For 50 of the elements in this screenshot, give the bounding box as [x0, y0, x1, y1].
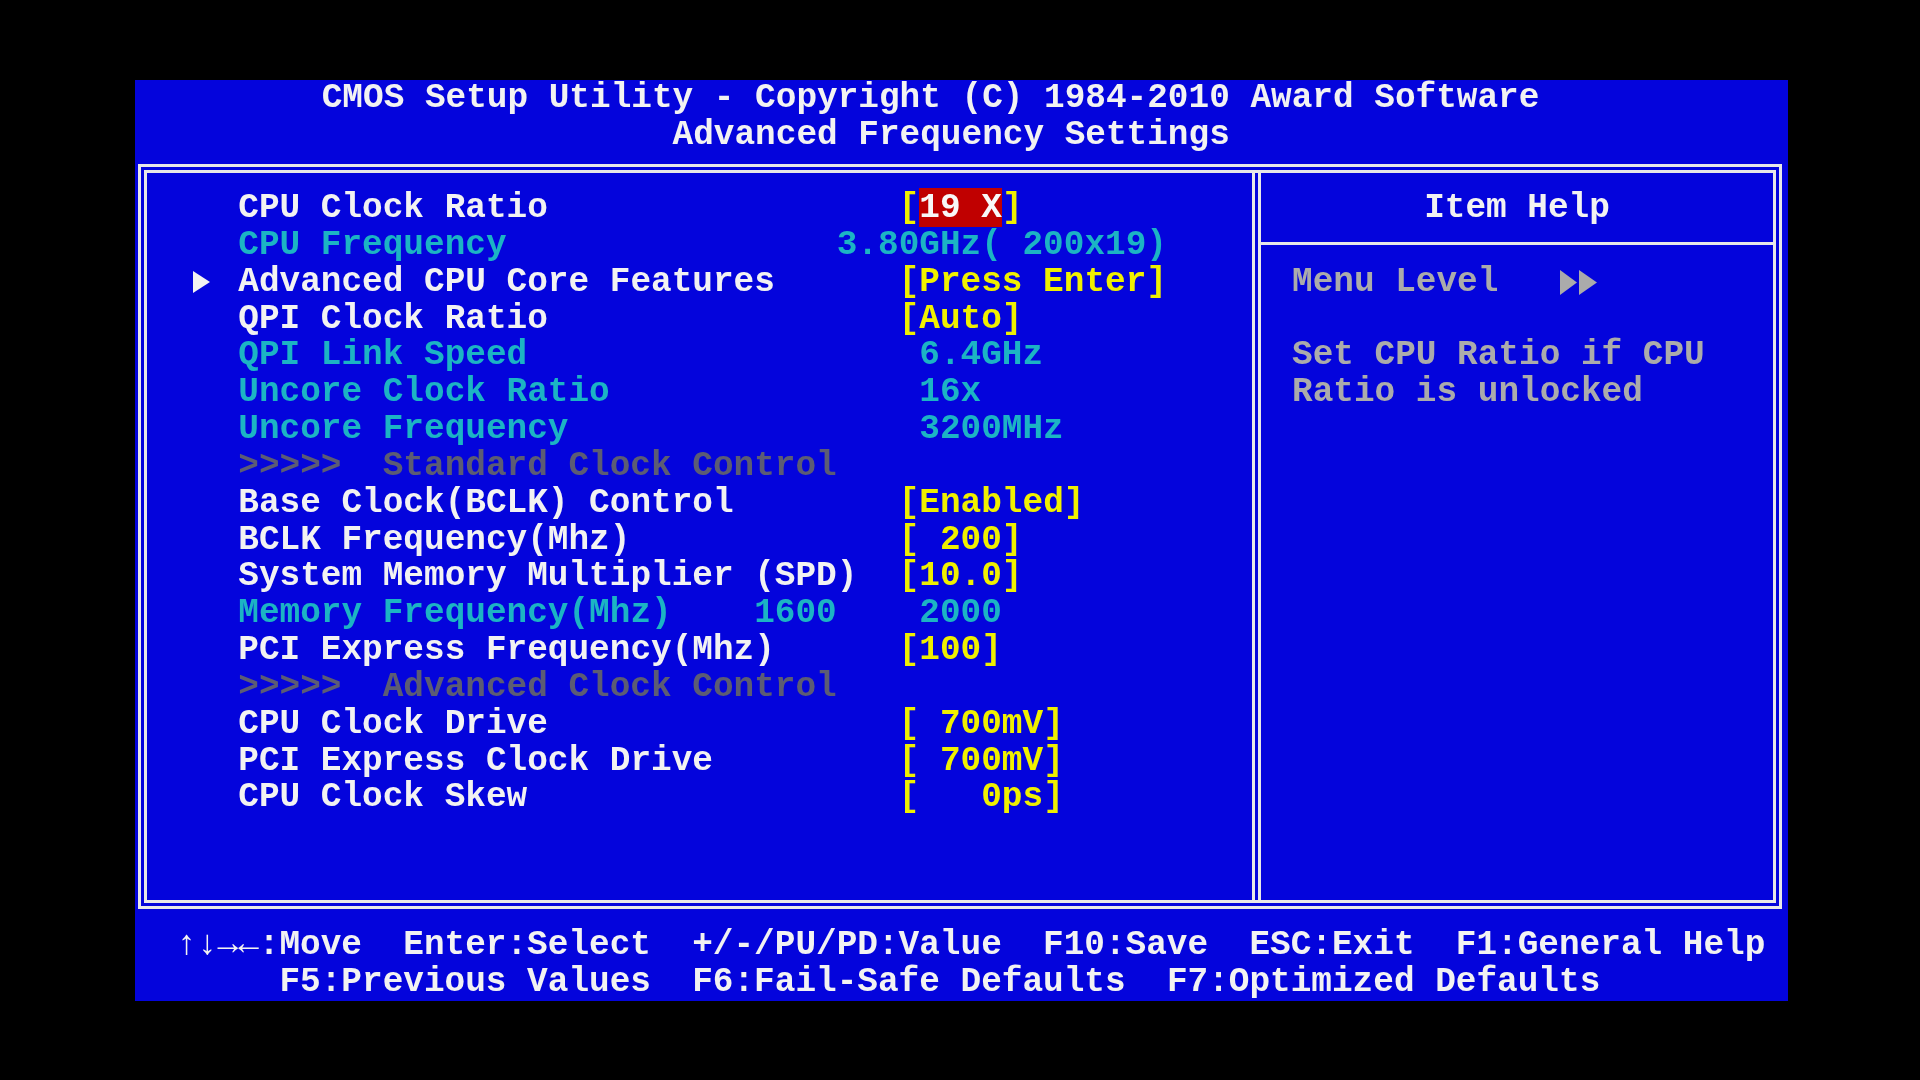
- info-label: QPI Link Speed: [238, 337, 528, 375]
- submenu-label[interactable]: Advanced CPU Core Features: [238, 263, 775, 301]
- setting-value[interactable]: [ 700mV]: [898, 742, 1064, 780]
- info-label: Uncore Clock Ratio: [238, 374, 610, 412]
- setting-label[interactable]: Base Clock(BCLK) Control: [238, 484, 734, 522]
- utility-title: CMOS Setup Utility - Copyright (C) 1984-2010 Award Software: [321, 80, 1540, 117]
- key-hint: F7:Optimized Defaults: [1166, 964, 1601, 1001]
- setting-label[interactable]: System Memory Multiplier (SPD): [238, 558, 858, 596]
- setting-value[interactable]: [Auto]: [898, 300, 1023, 338]
- info-value: 6.4GHz: [919, 337, 1044, 375]
- key-hint: F6:Fail-Safe Defaults: [692, 964, 1126, 1001]
- setting-label[interactable]: PCI Express Frequency(Mhz): [238, 632, 775, 669]
- setting-label[interactable]: PCI Express Clock Drive: [238, 742, 713, 780]
- setting-value[interactable]: [10.0]: [898, 558, 1023, 596]
- page-title: Advanced Frequency Settings: [672, 116, 1230, 154]
- setting-label[interactable]: BCLK Frequency(Mhz): [238, 521, 631, 559]
- key-hint: F1:General Help: [1455, 927, 1766, 965]
- key-hint: Enter:Select: [403, 927, 651, 965]
- setting-value[interactable]: [ 700mV]: [898, 705, 1064, 743]
- key-hint: F5:Previous Values: [279, 964, 651, 1001]
- section-marker: >>>>>: [238, 668, 342, 706]
- key-hint: ESC:Exit: [1249, 927, 1415, 965]
- info-value: 16x: [919, 374, 982, 412]
- menu-level-label: Menu Level: [1292, 263, 1499, 301]
- help-title: Item Help: [1424, 190, 1610, 227]
- section-marker: >>>>>: [238, 447, 342, 485]
- key-hint: +/-/PU/PD:Value: [692, 927, 1002, 965]
- setting-label[interactable]: CPU Clock Ratio: [238, 190, 548, 227]
- section-heading: Advanced Clock Control: [382, 668, 837, 706]
- section-heading: Standard Clock Control: [382, 447, 837, 485]
- setting-label[interactable]: CPU Clock Skew: [238, 779, 528, 817]
- info-label: Memory Frequency(Mhz): [238, 595, 672, 633]
- help-text: Set CPU Ratio if CPU Ratio is unlocked: [1292, 337, 1706, 411]
- info-label: Uncore Frequency: [238, 411, 569, 448]
- double-triangle-icon: [1560, 269, 1598, 295]
- info-label: CPU Frequency: [238, 227, 507, 264]
- setting-value[interactable]: [Enabled]: [898, 484, 1085, 522]
- setting-value[interactable]: [100]: [898, 632, 1002, 669]
- setting-label[interactable]: CPU Clock Drive: [238, 705, 548, 743]
- key-hint: F10:Save: [1043, 927, 1209, 965]
- info-value: 3.80GHz( 200x19): [836, 227, 1167, 264]
- setting-label[interactable]: QPI Clock Ratio: [238, 300, 548, 338]
- info-value: 1600: [754, 595, 837, 633]
- setting-value[interactable]: [ 0ps]: [898, 779, 1064, 817]
- setting-value[interactable]: [ 200]: [898, 521, 1023, 559]
- submenu-value[interactable]: [Press Enter]: [898, 263, 1167, 301]
- key-hint: ↑↓→←:Move: [176, 927, 362, 965]
- info-value: 2000: [919, 595, 1002, 633]
- info-value: 3200MHz: [919, 411, 1064, 448]
- triangle-icon: [193, 271, 210, 294]
